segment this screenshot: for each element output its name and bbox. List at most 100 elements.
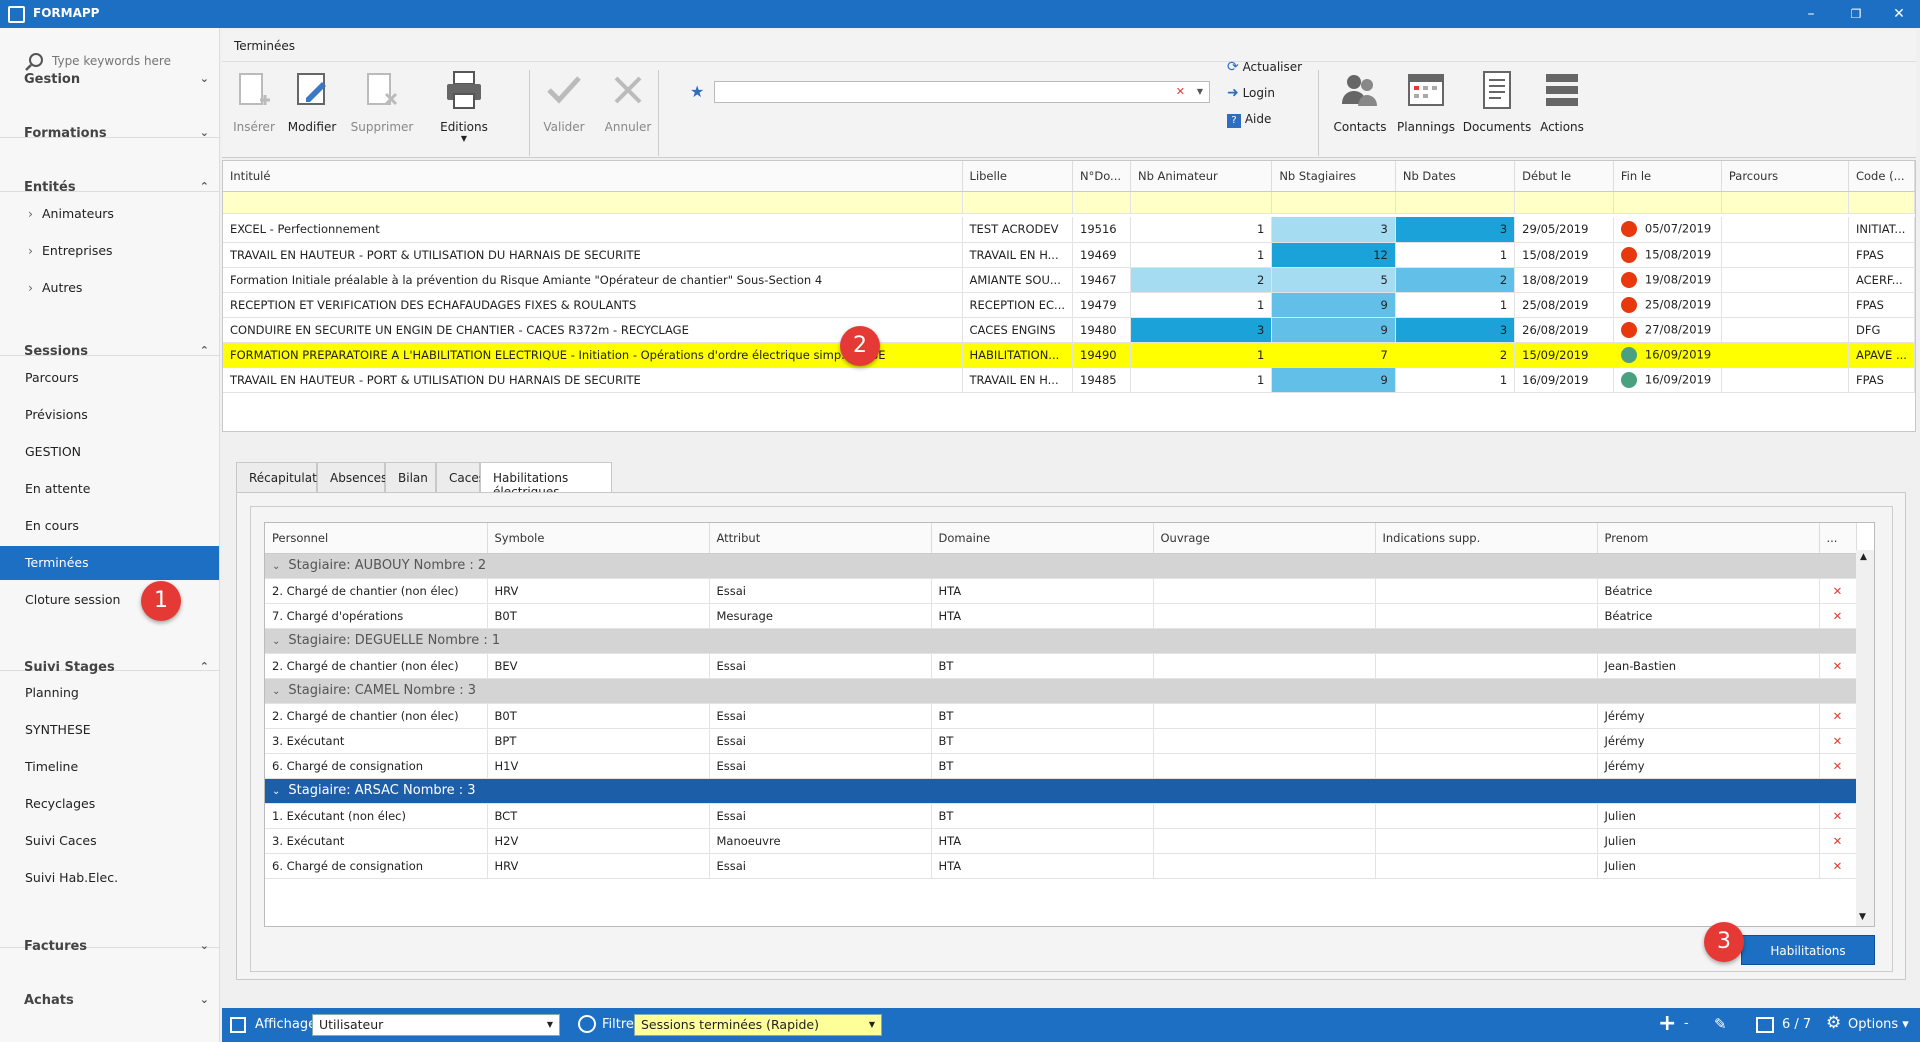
delete-row-icon[interactable]: ✕ [1819,603,1857,629]
help-button[interactable]: ? Aide [1227,108,1271,130]
sidebar-item-planning[interactable]: Planning [0,676,219,710]
collapse-chevron-icon[interactable]: ⌄ [272,636,280,647]
delete-row-icon[interactable]: ✕ [1819,828,1857,854]
refresh-button[interactable]: ⟳ Actualiser [1227,56,1302,78]
sidebar-item-entreprises[interactable]: Entreprises [0,234,219,268]
column-header[interactable]: N°Do... [1072,161,1131,192]
column-header[interactable]: Attribut [709,523,932,554]
editions-button[interactable]: Editions ▼ [432,70,496,154]
sidebar-item-animateurs[interactable]: Animateurs [0,197,219,231]
documents-button[interactable]: Documents [1462,70,1532,154]
validate-button[interactable]: Valider [532,70,596,154]
edit-button[interactable]: Modifier [280,70,344,154]
filter-cell[interactable] [223,191,963,214]
sidebar-item-suivi-caces[interactable]: Suivi Caces [0,824,219,858]
table-row[interactable]: EXCEL - Perfectionnement TEST ACRODEV 1951… [223,217,1916,243]
table-row[interactable]: 1. Exécutant (non élec) BCT Essai BT Julien ✕ [265,803,1857,829]
actions-button[interactable]: Actions [1530,70,1594,154]
delete-row-icon[interactable]: ✕ [1819,578,1857,604]
sidebar-item-termin-es[interactable]: Terminées [0,546,219,580]
favorite-star-icon[interactable]: ★ [690,82,704,101]
table-row[interactable]: 6. Chargé de consignation H1V Essai BT Jérém… [265,753,1857,779]
column-header[interactable]: Nb Animateur [1130,161,1273,192]
table-row[interactable]: 2. Chargé de chantier (non élec) BEV Essai… [265,653,1857,679]
filter-cell[interactable] [1072,191,1131,214]
column-header[interactable]: Intitulé [223,161,963,192]
sidebar-group-achats[interactable]: Achats ⌄ [24,993,209,1015]
table-row[interactable]: 3. Exécutant H2V Manoeuvre HTA Julien ✕ [265,828,1857,854]
filter-cell[interactable] [1613,191,1722,214]
delete-row-icon[interactable]: ✕ [1819,853,1857,879]
group-row[interactable]: ⌄ Stagiaire: AUBOUY Nombre : 2 [265,553,1857,579]
delete-row-icon[interactable]: ✕ [1819,803,1857,829]
affichage-select[interactable]: Utilisateur ▼ [312,1014,560,1036]
sidebar-item-suivi-hab-elec-[interactable]: Suivi Hab.Elec. [0,861,219,895]
habilitations-scrollbar[interactable]: ▲ ▼ [1856,550,1874,926]
pencil-icon[interactable]: ✎ [1714,1015,1727,1033]
table-row[interactable]: 3. Exécutant BPT Essai BT Jérémy ✕ [265,728,1857,754]
clear-icon[interactable]: ✕ [1176,85,1185,98]
sidebar-item-parcours[interactable]: Parcours [0,361,219,395]
table-row[interactable]: RECEPTION ET VERIFICATION DES ECHAFAUDAG… [223,292,1916,318]
tab-absences[interactable]: Absences [317,462,387,493]
scroll-down-icon[interactable]: ▼ [1859,912,1871,922]
habilitations-button[interactable]: Habilitations [1741,935,1875,965]
column-header[interactable]: Symbole [487,523,710,554]
group-row[interactable]: ⌄ Stagiaire: DEGUELLE Nombre : 1 [265,628,1857,654]
sidebar-item-recyclages[interactable]: Recyclages [0,787,219,821]
minimize-button[interactable]: – [1800,4,1822,24]
delete-row-icon[interactable]: ✕ [1819,753,1857,779]
filter-cell[interactable] [1514,191,1614,214]
quick-search-input[interactable]: ✕ ▼ [714,81,1210,103]
column-header[interactable]: Nb Dates [1395,161,1516,192]
cancel-button[interactable]: Annuler [596,70,660,154]
close-button[interactable]: ✕ [1888,4,1910,24]
delete-button[interactable]: Supprimer [350,70,414,154]
column-header[interactable]: Fin le [1613,161,1722,192]
filter-row[interactable] [223,191,1916,214]
minus-icon[interactable]: - [1684,1016,1689,1031]
table-row[interactable]: TRAVAIL EN HAUTEUR - PORT & UTILISATION … [223,242,1916,268]
sidebar-group-factures[interactable]: Factures ⌄ [24,939,209,961]
filter-cell[interactable] [1721,191,1849,214]
column-header[interactable]: Début le [1514,161,1614,192]
filter-cell[interactable] [1130,191,1273,214]
table-row[interactable]: 7. Chargé d'opérations B0T Mesurage HTA Béat… [265,603,1857,629]
table-row[interactable]: Formation Initiale préalable à la préven… [223,267,1916,293]
filter-cell[interactable] [1848,191,1916,214]
sidebar-item-pr-visions[interactable]: Prévisions [0,398,219,432]
sidebar-item-timeline[interactable]: Timeline [0,750,219,784]
column-header[interactable]: Indications supp. [1375,523,1598,554]
tab-bilan[interactable]: Bilan [385,462,436,493]
login-button[interactable]: ➜ Login [1227,82,1275,104]
collapse-chevron-icon[interactable]: ⌄ [272,561,280,572]
contacts-button[interactable]: Contacts [1328,70,1392,154]
delete-row-icon[interactable]: ✕ [1819,703,1857,729]
sidebar-group-formations[interactable]: Formations ⌄ [24,126,209,148]
column-header[interactable]: ... [1819,523,1857,554]
sidebar-item-autres[interactable]: Autres [0,271,219,305]
sidebar-item-en-cours[interactable]: En cours [0,509,219,543]
column-header[interactable]: Personnel [265,523,488,554]
plannings-button[interactable]: Plannings [1394,70,1458,154]
insert-button[interactable]: Insérer [222,70,286,154]
column-header[interactable]: Prenom [1597,523,1820,554]
filter-cell[interactable] [962,191,1074,214]
sidebar-item-synthese[interactable]: SYNTHESE [0,713,219,747]
filter-cell[interactable] [1271,191,1396,214]
add-icon[interactable]: + [1658,1011,1676,1036]
restore-button[interactable]: ❐ [1845,4,1867,24]
sidebar-item-gestion[interactable]: GESTION [0,435,219,469]
delete-row-icon[interactable]: ✕ [1819,653,1857,679]
collapse-chevron-icon[interactable]: ⌄ [272,686,280,697]
column-header[interactable]: Code (... [1848,161,1916,192]
sidebar-item-en-attente[interactable]: En attente [0,472,219,506]
table-row[interactable]: CONDUIRE EN SECURITE UN ENGIN DE CHANTIE… [223,317,1916,343]
sidebar-search-input[interactable] [52,50,212,72]
sidebar-item-cloture-session[interactable]: Cloture session [0,583,219,617]
group-row[interactable]: ⌄ Stagiaire: CAMEL Nombre : 3 [265,678,1857,704]
column-header[interactable]: Nb Stagiaires [1271,161,1396,192]
table-row[interactable]: 2. Chargé de chantier (non élec) B0T Essai… [265,703,1857,729]
collapse-chevron-icon[interactable]: ⌄ [272,786,280,797]
gear-icon[interactable]: ⚙ [1826,1013,1841,1033]
